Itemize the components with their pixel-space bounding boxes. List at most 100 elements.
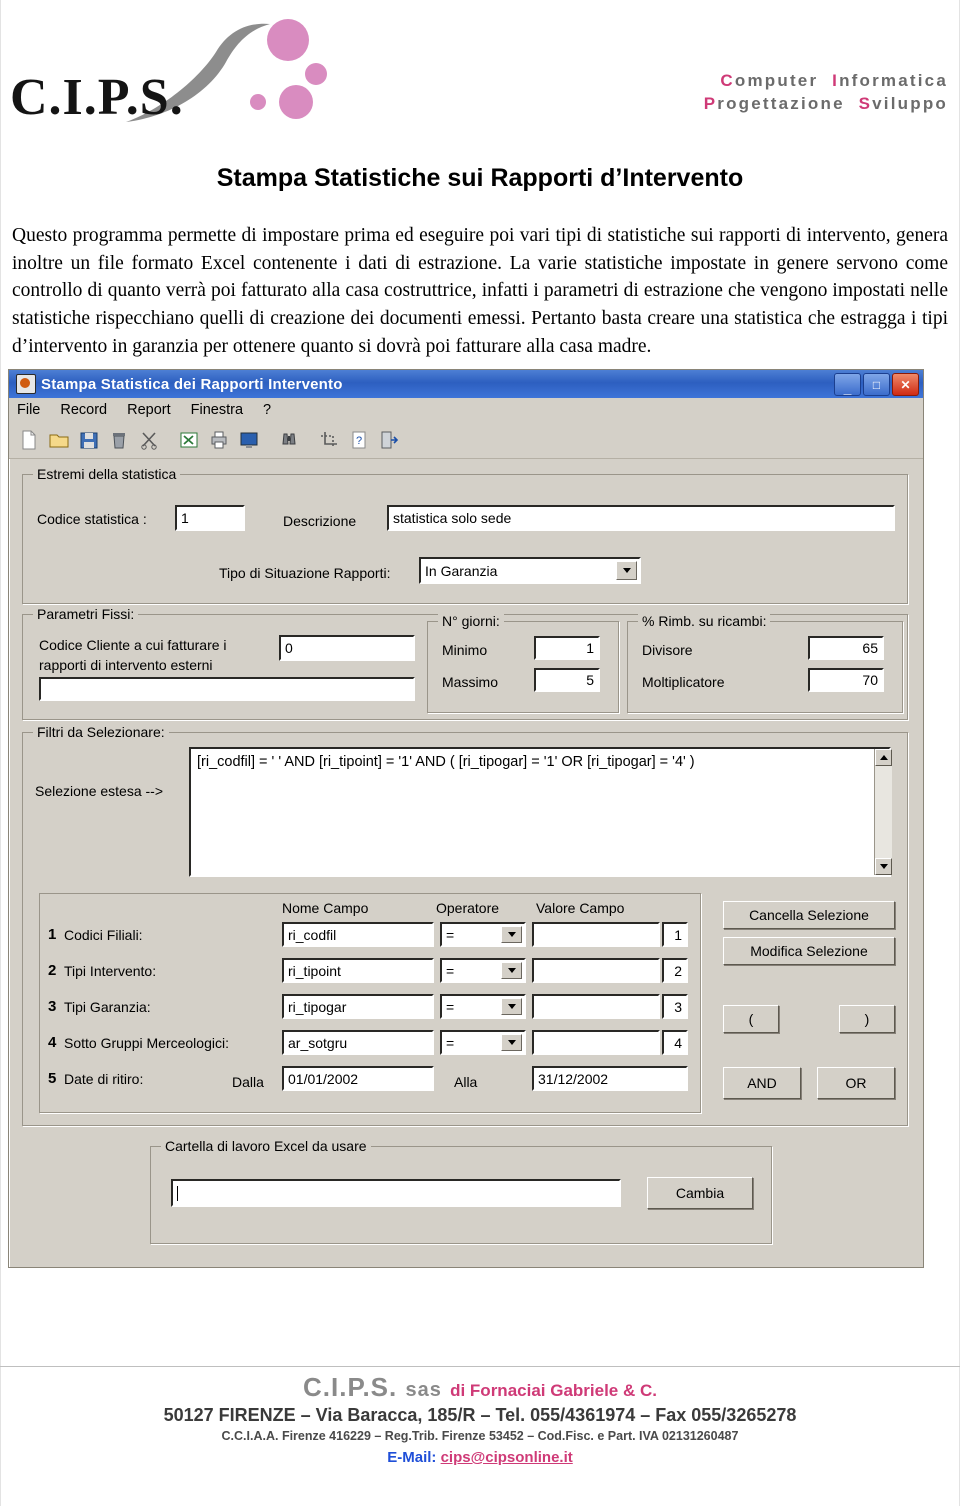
close-button[interactable]: ✕: [892, 373, 919, 396]
row-5-label: Date di ritiro:: [64, 1071, 144, 1087]
dalla-input[interactable]: 01/01/2002: [282, 1066, 434, 1091]
footer-email-label: E-Mail:: [387, 1449, 441, 1466]
scroll-down-icon[interactable]: [875, 858, 892, 875]
chevron-down-icon[interactable]: [501, 1034, 522, 1051]
chevron-down-icon[interactable]: [501, 998, 522, 1015]
footer-email-link[interactable]: cips@cipsonline.it: [441, 1449, 573, 1466]
screen-preview-icon[interactable]: [235, 426, 263, 454]
chevron-down-icon[interactable]: [501, 962, 522, 979]
subgroup-giorni: N° giorni: Minimo 1 Massimo 5: [427, 613, 619, 713]
row-2-index[interactable]: 2: [662, 958, 688, 983]
window-titlebar: Stampa Statistica dei Rapporti Intervent…: [9, 370, 923, 398]
tipo-situazione-value: In Garanzia: [425, 562, 498, 579]
group-excel-workbook: Cartella di lavoro Excel da usare Cambia: [150, 1138, 772, 1244]
footer-legal: C.C.I.A.A. Firenze 416229 – Reg.Trib. Fi…: [221, 1429, 739, 1443]
row-1-operator-select[interactable]: =: [440, 922, 526, 947]
and-button[interactable]: AND: [723, 1067, 801, 1099]
brand-tagline: Computer Informatica Progettazione Svilu…: [704, 70, 948, 116]
row-2-value-input[interactable]: [532, 958, 660, 983]
row-3-field-name[interactable]: ri_tipogar: [282, 994, 434, 1019]
divisore-input[interactable]: 65: [808, 636, 884, 660]
chevron-down-icon[interactable]: [501, 926, 522, 943]
export-excel-icon[interactable]: [175, 426, 203, 454]
exit-door-icon[interactable]: [375, 426, 403, 454]
row-2-operator-value: =: [446, 962, 455, 979]
app-icon: [16, 374, 36, 394]
row-2-field-name[interactable]: ri_tipoint: [282, 958, 434, 983]
help-question-icon[interactable]: ?: [345, 426, 373, 454]
cancella-selezione-button[interactable]: Cancella Selezione: [723, 901, 895, 929]
row-1-number: 1: [48, 926, 57, 943]
menu-item-file[interactable]: File: [15, 401, 42, 419]
row-1-operator-value: =: [446, 926, 455, 943]
scroll-up-icon[interactable]: [875, 749, 892, 766]
tipo-situazione-select[interactable]: In Garanzia: [419, 557, 641, 584]
brand-line2b-initial: S: [858, 93, 873, 113]
codice-statistica-input[interactable]: 1: [175, 505, 245, 531]
divisore-label: Divisore: [642, 642, 693, 658]
new-document-icon[interactable]: [15, 426, 43, 454]
open-folder-icon[interactable]: [45, 426, 73, 454]
excel-path-input[interactable]: [171, 1179, 621, 1207]
paren-open-button[interactable]: (: [723, 1005, 779, 1033]
row-4-value-input[interactable]: [532, 1030, 660, 1055]
row-3-index[interactable]: 3: [662, 994, 688, 1019]
group-parametri-title: Parametri Fissi:: [33, 606, 139, 622]
dalla-label: Dalla: [232, 1074, 264, 1090]
print-icon[interactable]: [205, 426, 233, 454]
group-parametri-fissi: Parametri Fissi: Codice Cliente a cui fa…: [22, 606, 908, 720]
chevron-down-icon[interactable]: [616, 561, 637, 580]
row-3-value-input[interactable]: [532, 994, 660, 1019]
row-4-label: Sotto Gruppi Merceologici:: [64, 1035, 229, 1051]
cliente-label-line1: Codice Cliente a cui fatturare i: [39, 637, 227, 653]
descrizione-input[interactable]: statistica solo sede: [387, 505, 895, 531]
tipo-situazione-label: Tipo di Situazione Rapporti:: [219, 565, 391, 581]
expression-scrollbar[interactable]: [874, 749, 892, 875]
cut-scissors-icon[interactable]: [135, 426, 163, 454]
row-4-index[interactable]: 4: [662, 1030, 688, 1055]
cambia-button[interactable]: Cambia: [647, 1177, 753, 1209]
modifica-selezione-button[interactable]: Modifica Selezione: [723, 937, 895, 965]
row-1-field-name[interactable]: ri_codfil: [282, 922, 434, 947]
menu-bar: File Record Report Finestra ?: [9, 398, 923, 422]
intro-paragraph: Questo programma permette di impostare p…: [12, 225, 948, 357]
row-4-operator-select[interactable]: =: [440, 1030, 526, 1055]
save-disk-icon[interactable]: [75, 426, 103, 454]
minimo-input[interactable]: 1: [534, 636, 600, 660]
row-1-label: Codici Filiali:: [64, 927, 143, 943]
row-1-index[interactable]: 1: [662, 922, 688, 947]
group-excel-title: Cartella di lavoro Excel da usare: [161, 1138, 371, 1154]
moltiplicatore-input[interactable]: 70: [808, 668, 884, 692]
brand-line2b-rest: viluppo: [872, 93, 948, 113]
codice-statistica-label: Codice statistica :: [37, 511, 147, 527]
maximize-button[interactable]: □: [863, 373, 890, 396]
or-button[interactable]: OR: [817, 1067, 895, 1099]
window-controls: _ □ ✕: [834, 373, 919, 396]
menu-item-record[interactable]: Record: [58, 401, 109, 419]
close-icon: ✕: [900, 377, 911, 392]
footer-rule: [0, 1366, 960, 1367]
crop-icon[interactable]: [315, 426, 343, 454]
logo-text: C.I.P.S.: [10, 69, 184, 126]
alla-input[interactable]: 31/12/2002: [532, 1066, 688, 1091]
massimo-input[interactable]: 5: [534, 668, 600, 692]
descrizione-label: Descrizione: [283, 513, 357, 529]
row-2-label: Tipi Intervento:: [64, 963, 157, 979]
footer-company: C.I.P.S.: [303, 1372, 398, 1402]
selezione-estesa-label: Selezione estesa -->: [35, 783, 164, 799]
cliente-descrizione-input[interactable]: [39, 677, 415, 701]
find-binoculars-icon[interactable]: [275, 426, 303, 454]
menu-item-help[interactable]: ?: [261, 401, 273, 419]
delete-trash-icon[interactable]: [105, 426, 133, 454]
expression-textarea[interactable]: [ri_codfil] = ' ' AND [ri_tipoint] = '1'…: [189, 747, 891, 877]
application-window: Stampa Statistica dei Rapporti Intervent…: [8, 369, 924, 1268]
menu-item-report[interactable]: Report: [125, 401, 173, 419]
paren-close-button[interactable]: ): [839, 1005, 895, 1033]
row-4-field-name[interactable]: ar_sotgru: [282, 1030, 434, 1055]
row-2-operator-select[interactable]: =: [440, 958, 526, 983]
cliente-codice-input[interactable]: 0: [279, 635, 415, 661]
row-1-value-input[interactable]: [532, 922, 660, 947]
menu-item-finestra[interactable]: Finestra: [189, 401, 245, 419]
row-3-operator-select[interactable]: =: [440, 994, 526, 1019]
minimize-button[interactable]: _: [834, 373, 861, 396]
